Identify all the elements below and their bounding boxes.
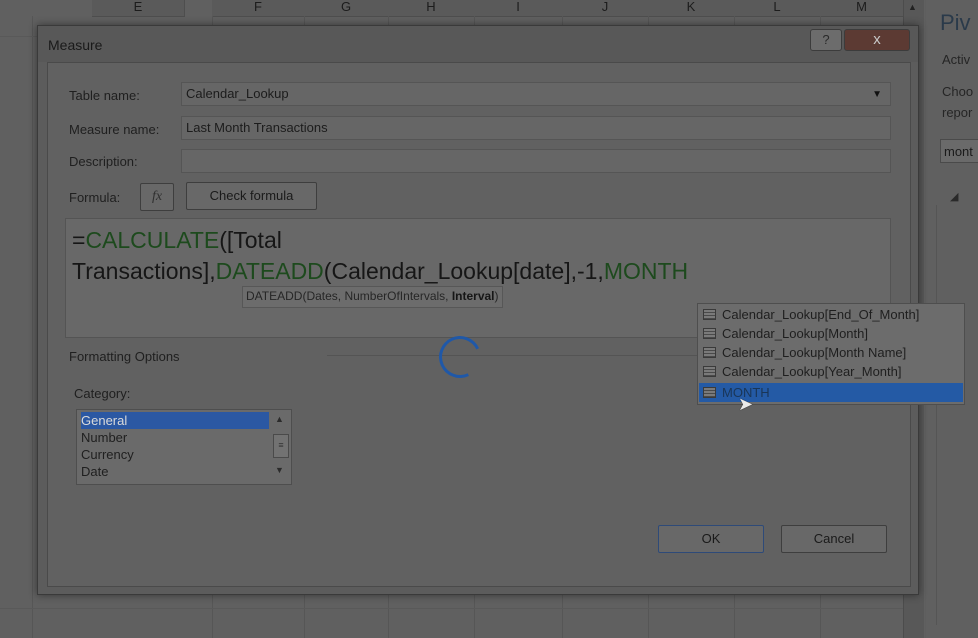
autocomplete-item-label: Calendar_Lookup[Year_Month]	[722, 364, 902, 379]
tooltip-text: )	[494, 289, 499, 303]
autocomplete-item[interactable]: Calendar_Lookup[Year_Month]	[699, 362, 963, 381]
tree-expand-icon[interactable]: ◢	[950, 190, 958, 203]
tooltip-current-arg: Interval	[451, 289, 495, 303]
autocomplete-popup[interactable]: Calendar_Lookup[End_Of_Month] Calendar_L…	[697, 303, 965, 405]
formula-text: ([Total	[219, 227, 282, 253]
table-column-icon	[703, 347, 716, 358]
tooltip-text: DATEADD(Dates, NumberOfIntervals,	[246, 289, 452, 303]
formula-text: (Calendar_Lookup[date],-1,	[323, 258, 604, 284]
pivot-choose-text: Choo	[942, 84, 974, 99]
category-label: Category:	[74, 386, 131, 401]
description-label: Description:	[69, 154, 138, 169]
table-column-icon	[703, 328, 716, 339]
table-name-dropdown[interactable]: Calendar_Lookup ▼	[181, 82, 891, 106]
scroll-up-icon[interactable]: ▲	[908, 2, 917, 12]
function-enum-icon	[703, 387, 716, 398]
table-column-icon	[703, 366, 716, 377]
column-header-l[interactable]: L	[734, 0, 821, 17]
formula-equals: =	[72, 227, 86, 253]
formula-keyword-calculate: CALCULATE	[85, 227, 220, 253]
autocomplete-item-label: Calendar_Lookup[Month Name]	[722, 345, 907, 360]
chevron-down-icon[interactable]: ▼	[872, 84, 882, 106]
category-item-date[interactable]: Date	[81, 463, 269, 480]
pivot-search-input[interactable]: mont	[940, 139, 978, 163]
formula-label: Formula:	[69, 190, 121, 205]
grid-line	[32, 16, 33, 638]
column-header-j[interactable]: J	[562, 0, 649, 17]
formula-keyword-dateadd: DATEADD	[215, 258, 324, 284]
category-list[interactable]: General Number Currency Date ▲ ≡ ▼	[76, 409, 292, 485]
autocomplete-item[interactable]: Calendar_Lookup[End_Of_Month]	[699, 305, 963, 324]
scroll-thumb[interactable]: ≡	[273, 434, 289, 458]
category-list-scrollbar[interactable]: ▲ ≡ ▼	[271, 412, 289, 482]
table-name-value: Calendar_Lookup	[186, 86, 289, 101]
scroll-down-icon[interactable]: ▼	[275, 465, 284, 475]
category-item-number[interactable]: Number	[81, 429, 269, 446]
check-formula-button[interactable]: Check formula	[186, 182, 317, 210]
column-header-m[interactable]: M	[820, 0, 904, 17]
pivot-panel-divider	[936, 205, 937, 625]
pivot-panel-title: Piv	[940, 10, 971, 35]
column-header-i[interactable]: I	[474, 0, 563, 17]
description-input[interactable]	[181, 149, 891, 173]
function-button[interactable]: fx	[140, 183, 174, 211]
dialog-title: Measure	[48, 37, 103, 53]
ok-button[interactable]: OK	[658, 525, 764, 553]
column-header-e[interactable]: E	[92, 0, 185, 17]
autocomplete-item-label: Calendar_Lookup[Month]	[722, 326, 868, 341]
column-header-f[interactable]: F	[212, 0, 305, 17]
autocomplete-item-label: Calendar_Lookup[End_Of_Month]	[722, 307, 920, 322]
function-signature-tooltip: DATEADD(Dates, NumberOfIntervals, Interv…	[242, 286, 503, 308]
formatting-options-label: Formatting Options	[69, 349, 180, 364]
scroll-up-icon[interactable]: ▲	[275, 414, 284, 424]
pivot-report-text: repor	[942, 105, 973, 120]
formula-text: Transactions],	[72, 258, 216, 284]
help-button[interactable]: ?	[810, 29, 842, 51]
table-column-icon	[703, 309, 716, 320]
pivot-active-tab[interactable]: Activ	[942, 52, 970, 67]
cancel-button[interactable]: Cancel	[781, 525, 887, 553]
mouse-pointer-icon: ➤	[738, 394, 754, 414]
column-header-h[interactable]: H	[388, 0, 475, 17]
formula-keyword-month: MONTH	[603, 258, 689, 284]
measure-name-input[interactable]: Last Month Transactions	[181, 116, 891, 140]
column-header-g[interactable]: G	[304, 0, 389, 17]
measure-name-label: Measure name:	[69, 122, 160, 137]
autocomplete-item[interactable]: Calendar_Lookup[Month]	[699, 324, 963, 343]
close-button[interactable]: x	[844, 29, 910, 51]
dialog-title-bar[interactable]: Measure ? x	[38, 26, 918, 62]
grid-line	[0, 608, 905, 609]
column-header-k[interactable]: K	[648, 0, 735, 17]
category-item-currency[interactable]: Currency	[81, 446, 269, 463]
autocomplete-item[interactable]: Calendar_Lookup[Month Name]	[699, 343, 963, 362]
loading-spinner-icon	[433, 330, 487, 384]
table-name-label: Table name:	[69, 88, 140, 103]
category-item-general[interactable]: General	[81, 412, 269, 429]
